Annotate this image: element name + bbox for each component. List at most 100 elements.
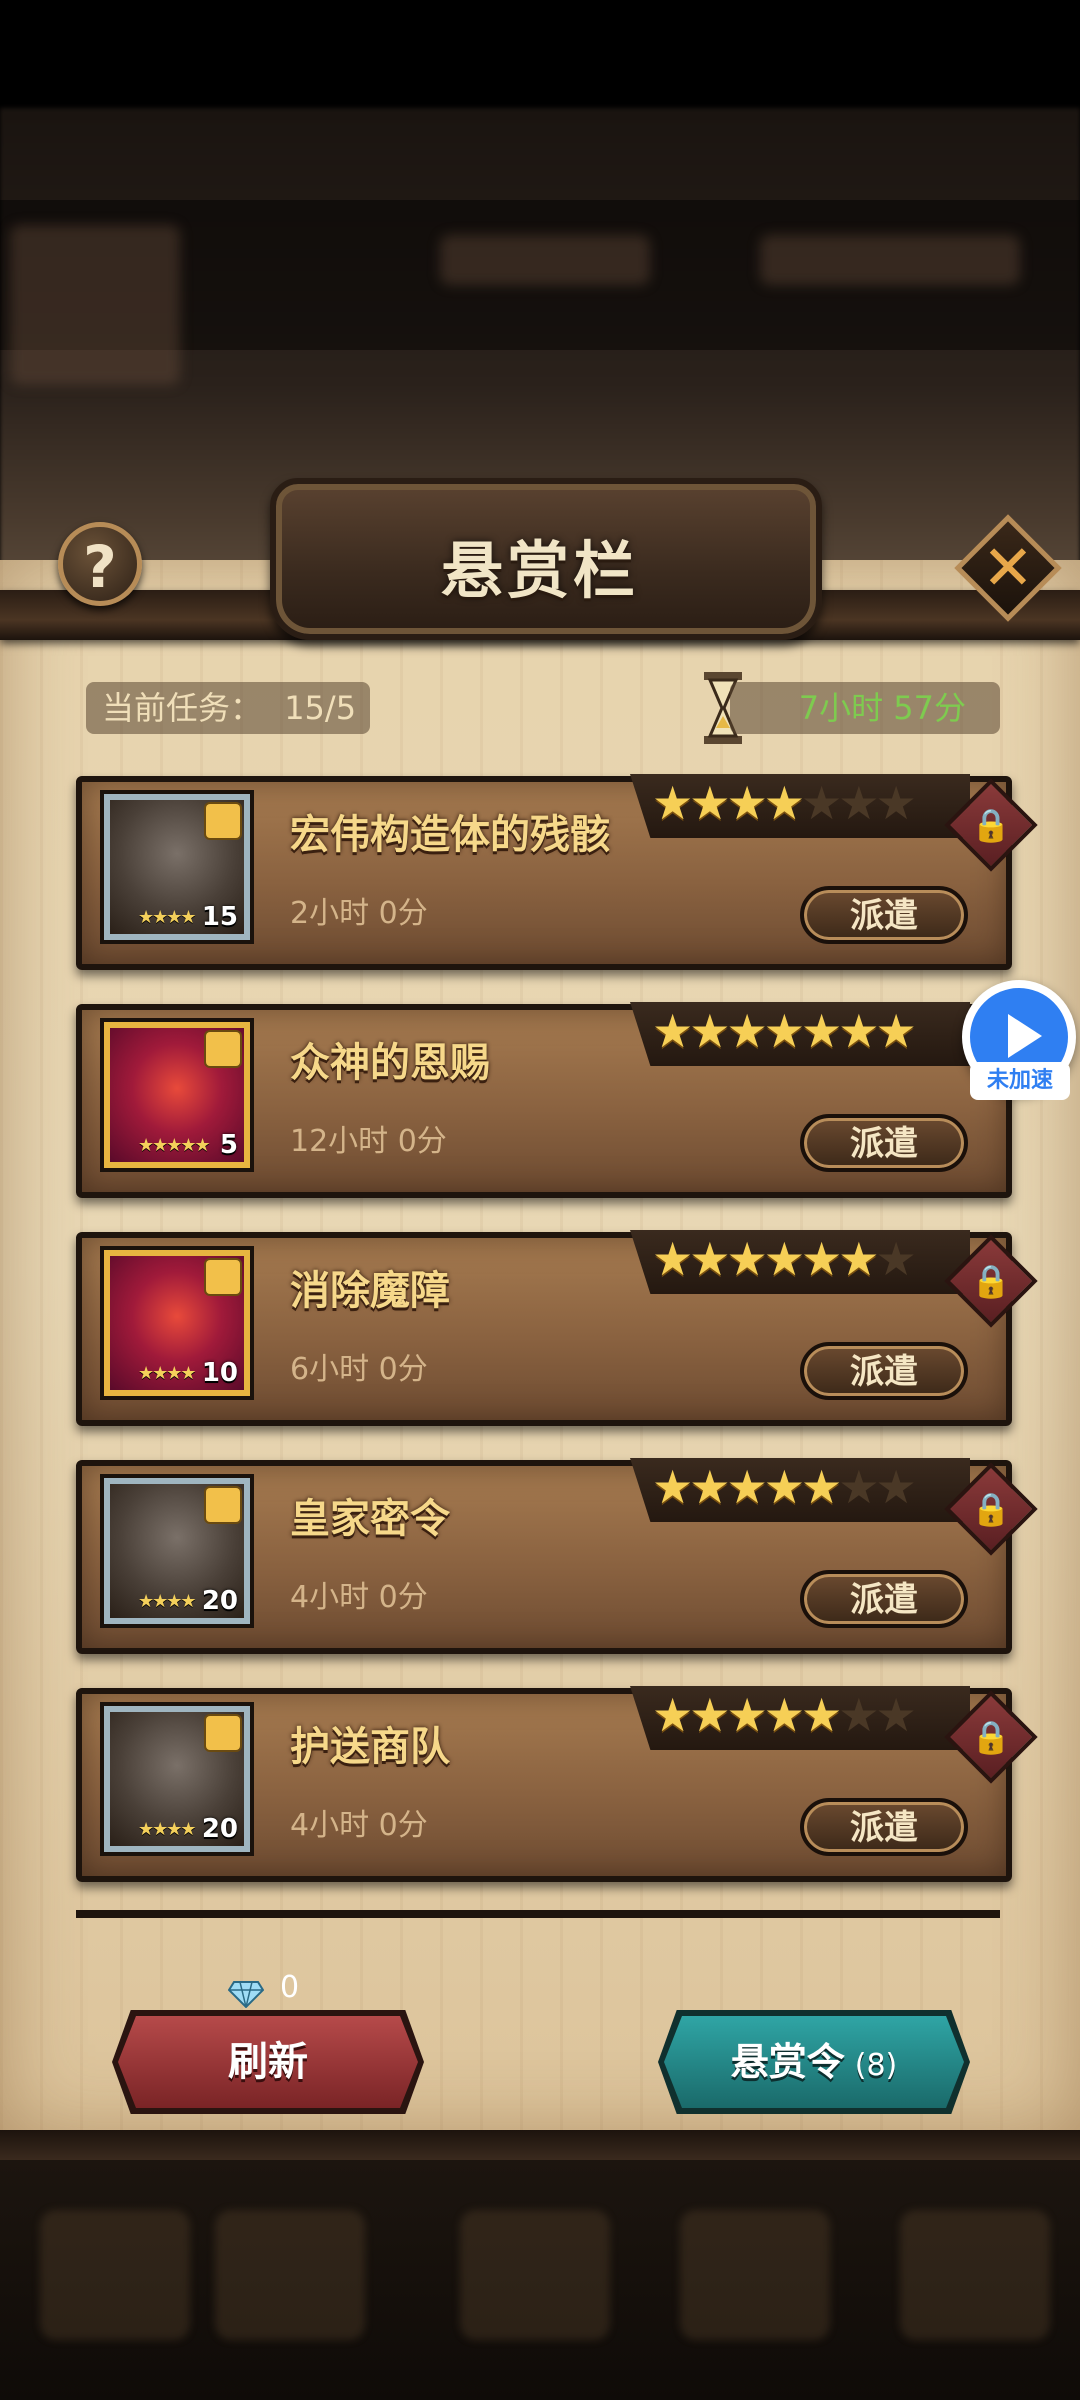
star-empty-icon: ★ [838,776,880,830]
dispatch-button[interactable]: 派遣 [800,886,968,944]
nav-item-4[interactable] [680,2210,830,2340]
hero-level: 5 [219,1130,238,1160]
next-card-edge [76,1910,1000,1918]
blurred-gem-counter [760,235,1020,285]
lock-icon: 🔒 [971,806,1011,844]
bounty-name: 宏伟构造体的残骸 [290,812,610,858]
hero-stars: ★★★★ [138,907,197,928]
hero-stars: ★★★★ [138,1819,197,1840]
bounty-duration: 4小时 0分 [290,1808,428,1843]
hero-level: 15 [201,902,238,932]
bounty-name: 皇家密令 [290,1496,450,1542]
bounty-order-button[interactable]: 悬赏令 (8) [664,2016,964,2108]
star-filled-icon: ★ [652,1688,694,1742]
bounty-duration: 12小时 0分 [290,1124,447,1159]
dispatch-button[interactable]: 派遣 [800,1798,968,1856]
panel-bottom-frame [0,2130,1080,2160]
status-bar [0,0,1080,108]
star-filled-icon: ★ [801,1460,843,1514]
hero-level: 20 [201,1586,238,1616]
hero-portrait[interactable]: ★★★★ 10 [104,1250,250,1396]
star-filled-icon: ★ [726,776,768,830]
nav-item-3[interactable] [460,2210,610,2340]
star-filled-icon: ★ [801,1232,843,1286]
bounty-duration: 6小时 0分 [290,1352,428,1387]
bounty-name: 护送商队 [290,1724,450,1770]
star-empty-icon: ★ [801,776,843,830]
star-empty-icon: ★ [838,1460,880,1514]
play-icon [1008,1014,1042,1058]
refresh-timer: 7小时 57分 [730,682,1000,734]
star-filled-icon: ★ [689,776,731,830]
hero-level: 10 [201,1358,238,1388]
dispatch-button[interactable]: 派遣 [800,1114,968,1172]
difficulty-stars: ★★★★★★★ [630,1230,970,1294]
diamond-icon [228,1981,264,2008]
star-empty-icon: ★ [875,776,917,830]
star-filled-icon: ★ [838,1232,880,1286]
star-filled-icon: ★ [652,1232,694,1286]
star-empty-icon: ★ [875,1688,917,1742]
hero-portrait[interactable]: ★★★★★ 5 [104,1022,250,1168]
lock-icon: 🔒 [971,1262,1011,1300]
puzzle-piece-icon [206,1488,240,1522]
bounty-order-count: (8) [854,2048,898,2083]
lock-icon: 🔒 [971,1718,1011,1756]
nav-item-2[interactable] [215,2210,365,2340]
star-filled-icon: ★ [689,1688,731,1742]
star-filled-icon: ★ [726,1232,768,1286]
bounty-duration: 2小时 0分 [290,896,428,931]
hero-portrait[interactable]: ★★★★ 20 [104,1706,250,1852]
diamond-count: 0 [280,1970,300,2005]
hero-portrait[interactable]: ★★★★ 20 [104,1478,250,1624]
puzzle-piece-icon [206,804,240,838]
star-filled-icon: ★ [726,1460,768,1514]
page-title: 悬赏栏 [440,534,639,607]
blurred-avatar [10,225,180,385]
star-filled-icon: ★ [763,1460,805,1514]
nav-item-1[interactable] [40,2210,190,2340]
star-empty-icon: ★ [875,1460,917,1514]
star-filled-icon: ★ [726,1688,768,1742]
star-filled-icon: ★ [726,1004,768,1058]
star-filled-icon: ★ [801,1004,843,1058]
hero-stars: ★★★★ [138,1591,197,1612]
blurred-gold-counter [440,235,650,285]
star-filled-icon: ★ [652,1460,694,1514]
star-filled-icon: ★ [652,776,694,830]
difficulty-stars: ★★★★★★★ [630,774,970,838]
help-button[interactable]: ? [58,522,142,606]
dispatch-button[interactable]: 派遣 [800,1570,968,1628]
difficulty-stars: ★★★★★★★ [630,1002,970,1066]
bounty-duration: 4小时 0分 [290,1580,428,1615]
puzzle-piece-icon [206,1032,240,1066]
star-filled-icon: ★ [838,1004,880,1058]
lock-icon: 🔒 [971,1490,1011,1528]
nav-item-5[interactable] [900,2210,1050,2340]
difficulty-stars: ★★★★★★★ [630,1686,970,1750]
star-filled-icon: ★ [875,1004,917,1058]
star-filled-icon: ★ [763,1232,805,1286]
hero-stars: ★★★★★ [138,1135,211,1156]
star-filled-icon: ★ [689,1460,731,1514]
current-task-count: 当前任务： 15/5 [86,682,370,734]
hero-stars: ★★★★ [138,1363,197,1384]
close-icon[interactable]: ✕ [970,530,1046,606]
star-filled-icon: ★ [763,776,805,830]
star-empty-icon: ★ [838,1688,880,1742]
star-filled-icon: ★ [763,1004,805,1058]
star-filled-icon: ★ [689,1004,731,1058]
star-filled-icon: ★ [763,1688,805,1742]
star-filled-icon: ★ [801,1688,843,1742]
hero-level: 20 [201,1814,238,1844]
star-filled-icon: ★ [689,1232,731,1286]
accelerate-label[interactable]: 未加速 [970,1062,1070,1100]
refresh-button[interactable]: 刷新 [118,2016,418,2108]
bounty-order-label: 悬赏令 [730,2040,845,2084]
hero-portrait[interactable]: ★★★★ 15 [104,794,250,940]
current-task-value: 15/5 [284,689,357,727]
dispatch-button[interactable]: 派遣 [800,1342,968,1400]
current-task-label: 当前任务： [102,689,263,727]
puzzle-piece-icon [206,1260,240,1294]
bounty-name: 消除魔障 [290,1268,450,1314]
